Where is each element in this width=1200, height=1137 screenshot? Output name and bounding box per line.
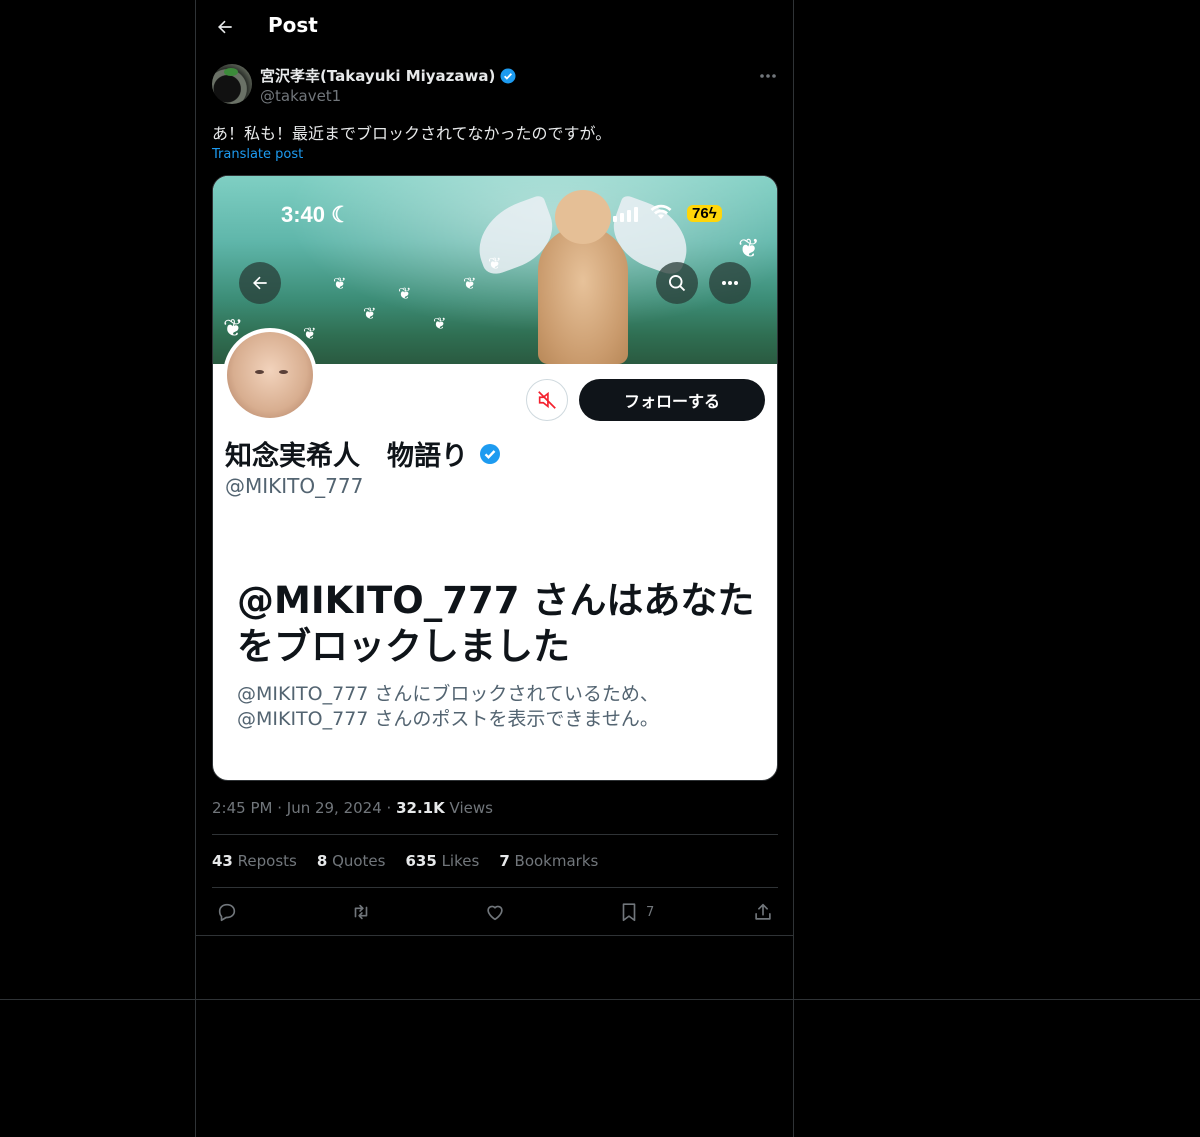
divider [212, 834, 778, 835]
screenshot-back-icon [239, 262, 281, 304]
status-time: 3:40 ☾ [281, 202, 351, 227]
back-button[interactable] [210, 12, 240, 42]
primary-column: Post 宮沢孝幸(Takayuki Miyazawa) @takavet1 あ… [195, 0, 794, 1137]
signal-icon [613, 207, 638, 222]
page-header: Post [196, 0, 794, 54]
screenshot-follow-button: フォローする [579, 379, 765, 421]
repost-button[interactable] [350, 899, 372, 925]
screenshot-search-icon [656, 262, 698, 304]
quotes-stat[interactable]: 8 Quotes [317, 852, 386, 870]
profile-avatar [223, 328, 317, 422]
profile-name: 知念実希人 物語り [225, 434, 502, 473]
views-count: 32.1K [396, 799, 445, 817]
bookmark-button[interactable]: 7 [618, 899, 654, 925]
muted-icon [526, 379, 568, 421]
post-time[interactable]: 2:45 PM [212, 799, 272, 817]
more-button[interactable] [756, 64, 780, 88]
post-image[interactable]: ❦ ❦ ❦ ❦ ❦ ❦ ❦ ❦ ❦ 3:40 ☾ 76ϟ フォローする 知念実希… [212, 175, 778, 781]
verified-badge-icon [499, 67, 517, 85]
battery-icon: 76ϟ [687, 205, 722, 222]
post-date[interactable]: Jun 29, 2024 [287, 799, 382, 817]
blocked-description-line1: @MIKITO_777 さんにブロックされているため、 [237, 683, 659, 705]
repost-icon [350, 901, 372, 923]
author-name-text: 宮沢孝幸(Takayuki Miyazawa) [260, 67, 496, 85]
likes-stat[interactable]: 635 Likes [405, 852, 479, 870]
author-display-name[interactable]: 宮沢孝幸(Takayuki Miyazawa) [260, 65, 517, 86]
reply-icon [216, 901, 238, 923]
screenshot-more-icon [709, 262, 751, 304]
post-meta: 2:45 PM · Jun 29, 2024 · 32.1K Views [212, 799, 493, 817]
blocked-title: @MIKITO_777 さんはあなたをブロックしました [237, 579, 755, 668]
bookmark-icon [618, 901, 640, 923]
divider [212, 887, 778, 888]
author-avatar[interactable] [212, 64, 252, 104]
views-label: Views [449, 799, 493, 817]
profile-handle: @MIKITO_777 [225, 474, 364, 498]
divider [196, 935, 794, 936]
page-title: Post [268, 13, 318, 37]
share-button[interactable] [752, 899, 774, 925]
blocked-description: @MIKITO_777 さんにブロックされているため、 @MIKITO_777 … [237, 682, 757, 732]
translate-post-link[interactable]: Translate post [212, 147, 303, 162]
reply-button[interactable] [216, 899, 238, 925]
post-text: あ！私も！最近までブロックされてなかったのですが。 [212, 124, 612, 143]
reposts-stat[interactable]: 43 Reposts [212, 852, 297, 870]
bookmarks-stat[interactable]: 7 Bookmarks [499, 852, 598, 870]
bookmark-count: 7 [646, 904, 655, 920]
wifi-icon [650, 204, 672, 220]
post-stats: 43 Reposts 8 Quotes 635 Likes 7 Bookmark… [212, 852, 598, 870]
profile-verified-icon [478, 442, 502, 466]
like-button[interactable] [484, 899, 506, 925]
share-icon [752, 901, 774, 923]
back-arrow-icon [215, 17, 235, 37]
more-icon [759, 73, 777, 79]
divider [0, 999, 1200, 1000]
author-handle[interactable]: @takavet1 [260, 87, 341, 105]
like-icon [484, 901, 506, 923]
blocked-description-line2: @MIKITO_777 さんのポストを表示できません。 [237, 708, 659, 730]
